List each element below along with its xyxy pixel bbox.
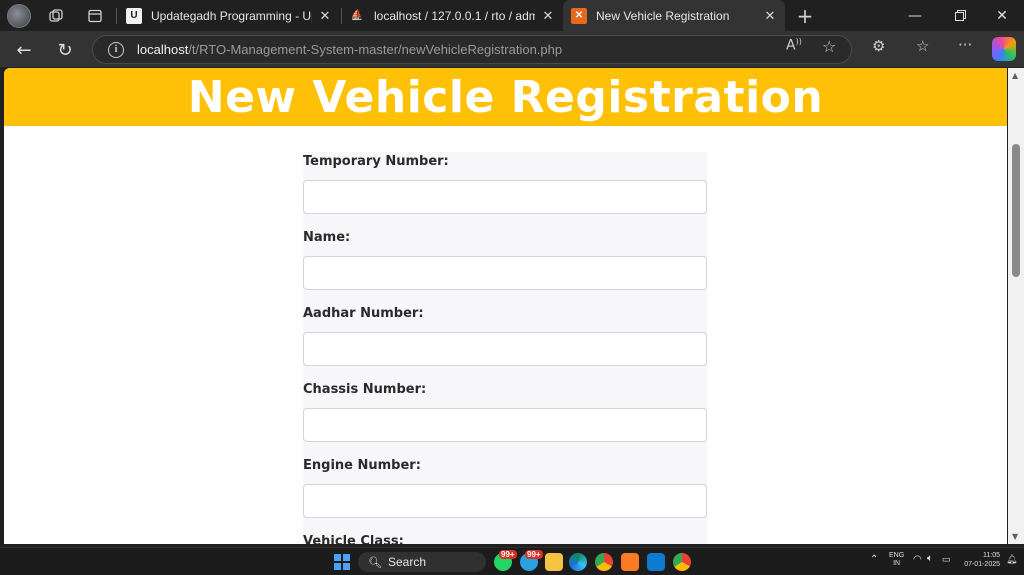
aadhar-number-label: Aadhar Number: [303, 306, 424, 321]
chrome-profile-icon[interactable] [673, 553, 691, 571]
favorites-icon[interactable]: ☆ [916, 37, 929, 55]
extensions-icon[interactable]: ⚙ [872, 37, 885, 55]
search-label: Search [387, 555, 426, 569]
copilot-icon[interactable] [992, 37, 1016, 61]
workspaces-icon[interactable] [44, 4, 68, 28]
temporary-number-label: Temporary Number: [303, 154, 449, 169]
browser-toolbar: ← ↻ i localhost/t/RTO-Management-System-… [0, 31, 1024, 67]
wifi-icon[interactable]: ◠ [913, 554, 922, 565]
vscode-icon[interactable] [647, 553, 665, 571]
engine-number-label: Engine Number: [303, 458, 421, 473]
restore-icon[interactable] [938, 0, 982, 31]
chassis-number-label: Chassis Number: [303, 382, 427, 397]
windows-start-icon[interactable] [334, 554, 350, 570]
tab-phpmyadmin[interactable]: ⛵ localhost / 127.0.0.1 / rto / admin ✕ [341, 0, 563, 31]
back-arrow-icon[interactable]: ← [11, 37, 37, 63]
show-hidden-icons-icon[interactable]: ⌃ [870, 554, 878, 565]
scrollbar-thumb[interactable] [1012, 144, 1020, 277]
url-text: localhost/t/RTO-Management-System-master… [137, 42, 562, 57]
clock[interactable]: 11:05 07-01-2025 [962, 551, 1000, 569]
tab-title: localhost / 127.0.0.1 / rto / admin [374, 8, 535, 23]
file-explorer-icon[interactable] [545, 553, 563, 571]
minimize-icon[interactable]: — [893, 0, 937, 31]
tab-updategadh[interactable]: U Updategadh Programming - Upda ✕ [118, 0, 340, 31]
temporary-number-input[interactable] [303, 180, 707, 214]
favorite-star-icon[interactable]: ☆ [822, 37, 836, 56]
tab-title: Updategadh Programming - Upda [151, 8, 312, 23]
close-icon[interactable]: ✕ [763, 8, 777, 24]
clock-date: 07-01-2025 [964, 561, 1000, 568]
aadhar-number-input[interactable] [303, 332, 707, 366]
taskbar-search[interactable]: 🔍︎ Search [358, 552, 486, 572]
url-path: /t/RTO-Management-System-master/newVehic… [188, 42, 563, 57]
xampp-icon[interactable] [621, 553, 639, 571]
close-icon[interactable]: ✕ [318, 8, 332, 24]
region-code: IN [893, 560, 901, 567]
search-icon: 🔍︎ [368, 556, 382, 569]
clock-time: 11:05 [983, 552, 1000, 559]
notification-bell-icon[interactable]: 🔔︎ [1006, 554, 1017, 565]
telegram-badge: 99+ [525, 550, 543, 559]
tab-new-vehicle-registration[interactable]: ✕ New Vehicle Registration ✕ [563, 0, 785, 31]
windows-taskbar: 🔍︎ Search 99+ 99+ ⌃ ENG IN ◠ 🔈︎ ▭ 11:05 … [0, 547, 1024, 575]
page-viewport: New Vehicle Registration Temporary Numbe… [4, 68, 1007, 544]
name-label: Name: [303, 230, 351, 245]
refresh-icon[interactable]: ↻ [52, 37, 78, 63]
language-indicator[interactable]: ENG IN [889, 552, 904, 568]
vehicle-class-label: Vehicle Class: [303, 534, 404, 544]
tab-title: New Vehicle Registration [596, 8, 730, 23]
close-window-icon[interactable]: ✕ [980, 0, 1024, 31]
chassis-number-input[interactable] [303, 408, 707, 442]
more-menu-icon[interactable]: ··· [958, 36, 972, 54]
tab-separator [116, 8, 117, 24]
page-header-banner: New Vehicle Registration [4, 68, 1007, 126]
phpmyadmin-favicon: ⛵ [350, 10, 364, 21]
page-scrollbar[interactable]: ▲ ▼ [1008, 68, 1024, 544]
scroll-down-arrow-icon[interactable]: ▼ [1012, 532, 1018, 541]
profile-avatar[interactable] [7, 4, 31, 28]
engine-number-input[interactable] [303, 484, 707, 518]
close-icon[interactable]: ✕ [541, 8, 555, 24]
xampp-favicon: ✕ [571, 7, 587, 24]
volume-icon[interactable]: 🔈︎ [927, 553, 933, 564]
language-code: ENG [889, 552, 905, 559]
whatsapp-badge: 99+ [499, 550, 517, 559]
new-tab-button[interactable]: + [793, 4, 817, 28]
page-title: New Vehicle Registration [187, 71, 824, 123]
url-host: localhost [137, 42, 189, 57]
edge-icon[interactable] [569, 553, 587, 571]
battery-icon[interactable]: ▭ [942, 554, 951, 565]
site-info-icon[interactable]: i [108, 41, 124, 58]
tab-actions-icon[interactable] [83, 4, 107, 28]
updategadh-favicon: U [126, 7, 142, 24]
registration-form: Temporary Number: Name: Aadhar Number: C… [303, 152, 707, 544]
address-bar[interactable]: i localhost/t/RTO-Management-System-mast… [92, 35, 852, 64]
read-aloud-icon[interactable]: A)) [786, 37, 802, 54]
scroll-up-arrow-icon[interactable]: ▲ [1012, 71, 1018, 80]
name-input[interactable] [303, 256, 707, 290]
chrome-icon[interactable] [595, 553, 613, 571]
browser-tab-bar: U Updategadh Programming - Upda ✕ ⛵ loca… [0, 0, 1024, 31]
